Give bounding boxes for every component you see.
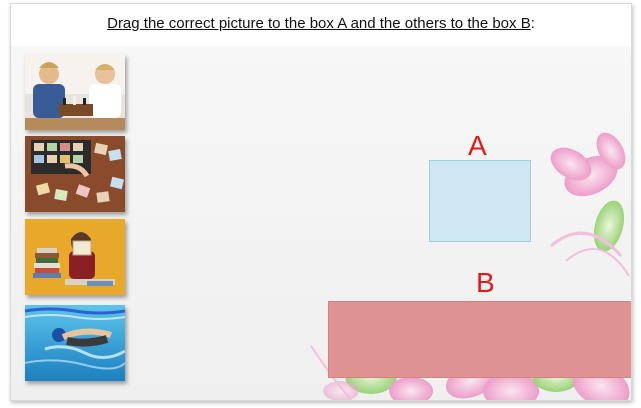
- drop-box-a[interactable]: [429, 160, 531, 242]
- picture-chess-boys[interactable]: [25, 54, 125, 130]
- swimmer-icon: [25, 305, 125, 381]
- picture-stamp-collection[interactable]: [25, 136, 125, 212]
- picture-swimmer[interactable]: [25, 305, 125, 381]
- box-b-label: B: [476, 267, 495, 298]
- instruction-bar: Drag the correct picture to the box A an…: [11, 4, 631, 46]
- picture-woman-reading[interactable]: [25, 219, 125, 295]
- instruction-main: Drag the correct picture to the box A an…: [107, 15, 531, 32]
- woman-reading-books-icon: [25, 219, 125, 295]
- activity-canvas: A B: [11, 46, 631, 400]
- instruction-colon: :: [530, 15, 535, 32]
- activity-window: Drag the correct picture to the box A an…: [10, 3, 632, 401]
- stamp-collection-icon: [25, 136, 125, 212]
- drop-box-b[interactable]: [328, 301, 631, 378]
- boys-playing-chess-icon: [25, 54, 125, 130]
- box-a-label: A: [468, 130, 487, 161]
- instruction-text: Drag the correct picture to the box A an…: [11, 15, 631, 32]
